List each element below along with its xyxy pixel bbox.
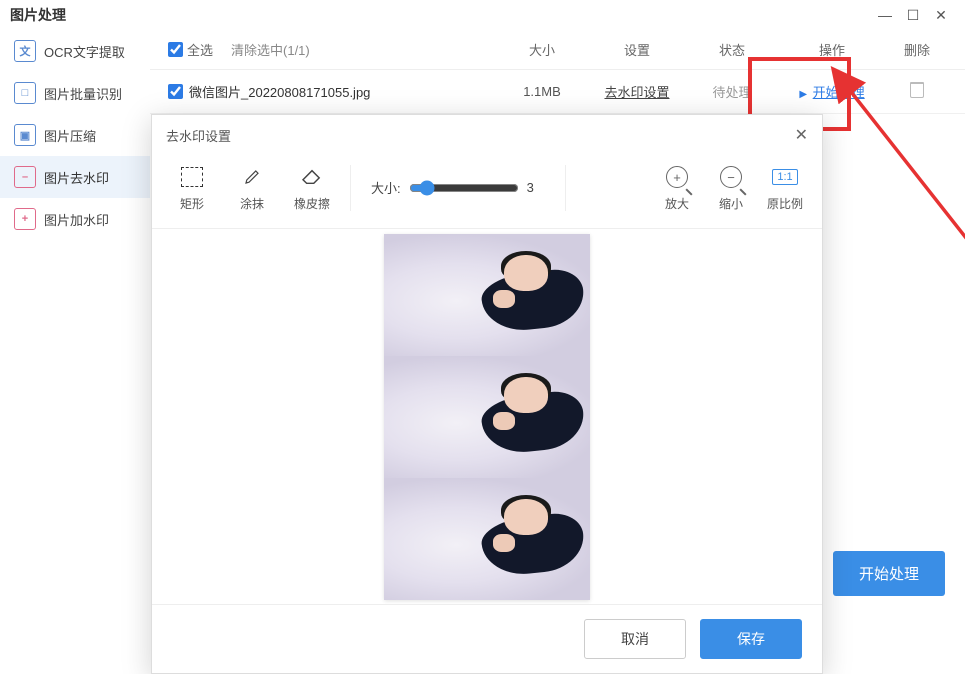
eraser-tool-label: 橡皮擦 [282, 195, 342, 212]
zoom-out-button[interactable]: − 缩小 [704, 163, 758, 212]
dialog-title: 去水印设置 [166, 126, 231, 145]
brush-tool-label: 涂抹 [222, 195, 282, 212]
row-settings: 去水印设置 [587, 82, 687, 101]
row-filename: 微信图片_20220808171055.jpg [189, 82, 370, 101]
rectangle-icon [181, 167, 203, 187]
maximize-button[interactable]: ☐ [899, 7, 927, 24]
watermark-settings-link[interactable]: 去水印设置 [604, 85, 669, 100]
zoom-reset-label: 原比例 [758, 195, 812, 212]
size-value: 3 [527, 180, 545, 195]
close-button[interactable]: ✕ [927, 7, 955, 24]
col-delete: 删除 [887, 40, 947, 59]
ocr-icon: 文 [14, 40, 36, 62]
zoom-in-icon: + [666, 166, 688, 188]
zoom-reset-button[interactable]: 1:1 原比例 [758, 163, 812, 212]
canvas-area[interactable] [152, 229, 822, 604]
add-watermark-icon: + [14, 208, 36, 230]
table-header: 全选 清除选中(1/1) 大小 设置 状态 操作 删除 [150, 30, 965, 70]
select-all-checkbox[interactable]: 全选 [168, 40, 213, 59]
one-to-one-icon: 1:1 [772, 169, 797, 185]
start-process-link[interactable]: 开始处理 [813, 85, 865, 100]
sidebar-item-ocr[interactable]: 文 OCR文字提取 [0, 30, 150, 72]
watermark-settings-dialog: 去水印设置 ✕ 矩形 涂抹 橡皮擦 大小: 3 [151, 114, 823, 674]
sidebar-item-add-watermark[interactable]: + 图片加水印 [0, 198, 150, 240]
eraser-icon [282, 163, 342, 191]
zoom-in-label: 放大 [650, 195, 704, 212]
row-checkbox[interactable] [168, 84, 183, 99]
col-settings: 设置 [587, 40, 687, 59]
clear-selection-link[interactable]: 清除选中(1/1) [231, 40, 310, 59]
sidebar-item-label: 图片去水印 [44, 168, 109, 187]
batch-ocr-icon: □ [14, 82, 36, 104]
size-label: 大小: [371, 178, 401, 197]
row-size: 1.1MB [497, 84, 587, 99]
title-bar: 图片处理 — ☐ ✕ [0, 0, 965, 30]
zoom-in-button[interactable]: + 放大 [650, 163, 704, 212]
pencil-icon [222, 163, 282, 191]
zoom-out-label: 缩小 [704, 195, 758, 212]
row-delete-button[interactable] [887, 82, 947, 101]
trash-icon [910, 82, 924, 98]
app-title: 图片处理 [10, 5, 66, 25]
divider [565, 165, 566, 211]
sidebar-item-label: OCR文字提取 [44, 42, 125, 61]
col-operation: 操作 [777, 40, 887, 59]
size-control: 大小: 3 [371, 178, 545, 197]
play-icon: ▶ [799, 89, 807, 100]
divider [350, 165, 351, 211]
table-row: 微信图片_20220808171055.jpg 1.1MB 去水印设置 待处理 … [150, 70, 965, 114]
sidebar-item-label: 图片加水印 [44, 210, 109, 229]
row-status: 待处理 [687, 82, 777, 101]
sidebar-item-compress[interactable]: ▣ 图片压缩 [0, 114, 150, 156]
dialog-titlebar: 去水印设置 ✕ [152, 115, 822, 155]
zoom-out-icon: − [720, 166, 742, 188]
remove-watermark-icon: – [14, 166, 36, 188]
rect-tool[interactable]: 矩形 [162, 163, 222, 212]
dialog-toolbar: 矩形 涂抹 橡皮擦 大小: 3 + 放大 − [152, 155, 822, 229]
eraser-tool[interactable]: 橡皮擦 [282, 163, 342, 212]
start-processing-button[interactable]: 开始处理 [833, 551, 945, 596]
select-all-input[interactable] [168, 42, 183, 57]
cancel-button[interactable]: 取消 [584, 619, 686, 659]
dialog-close-button[interactable]: ✕ [795, 125, 808, 145]
sidebar-item-label: 图片批量识别 [44, 84, 122, 103]
sidebar: 文 OCR文字提取 □ 图片批量识别 ▣ 图片压缩 – 图片去水印 + 图片加水… [0, 30, 150, 666]
col-size: 大小 [497, 40, 587, 59]
minimize-button[interactable]: — [871, 7, 899, 23]
select-all-label: 全选 [187, 40, 213, 59]
col-status: 状态 [687, 40, 777, 59]
brush-tool[interactable]: 涂抹 [222, 163, 282, 212]
image-preview[interactable] [384, 234, 590, 600]
dialog-footer: 取消 保存 [152, 604, 822, 673]
rect-tool-label: 矩形 [162, 195, 222, 212]
row-operation: ▶ 开始处理 [777, 82, 887, 101]
annotation-arrow [840, 80, 965, 393]
save-button[interactable]: 保存 [700, 619, 802, 659]
sidebar-item-batch-ocr[interactable]: □ 图片批量识别 [0, 72, 150, 114]
size-slider[interactable] [409, 180, 519, 196]
sidebar-item-remove-watermark[interactable]: – 图片去水印 [0, 156, 150, 198]
compress-icon: ▣ [14, 124, 36, 146]
sidebar-item-label: 图片压缩 [44, 126, 96, 145]
row-filename-cell: 微信图片_20220808171055.jpg [168, 82, 497, 101]
